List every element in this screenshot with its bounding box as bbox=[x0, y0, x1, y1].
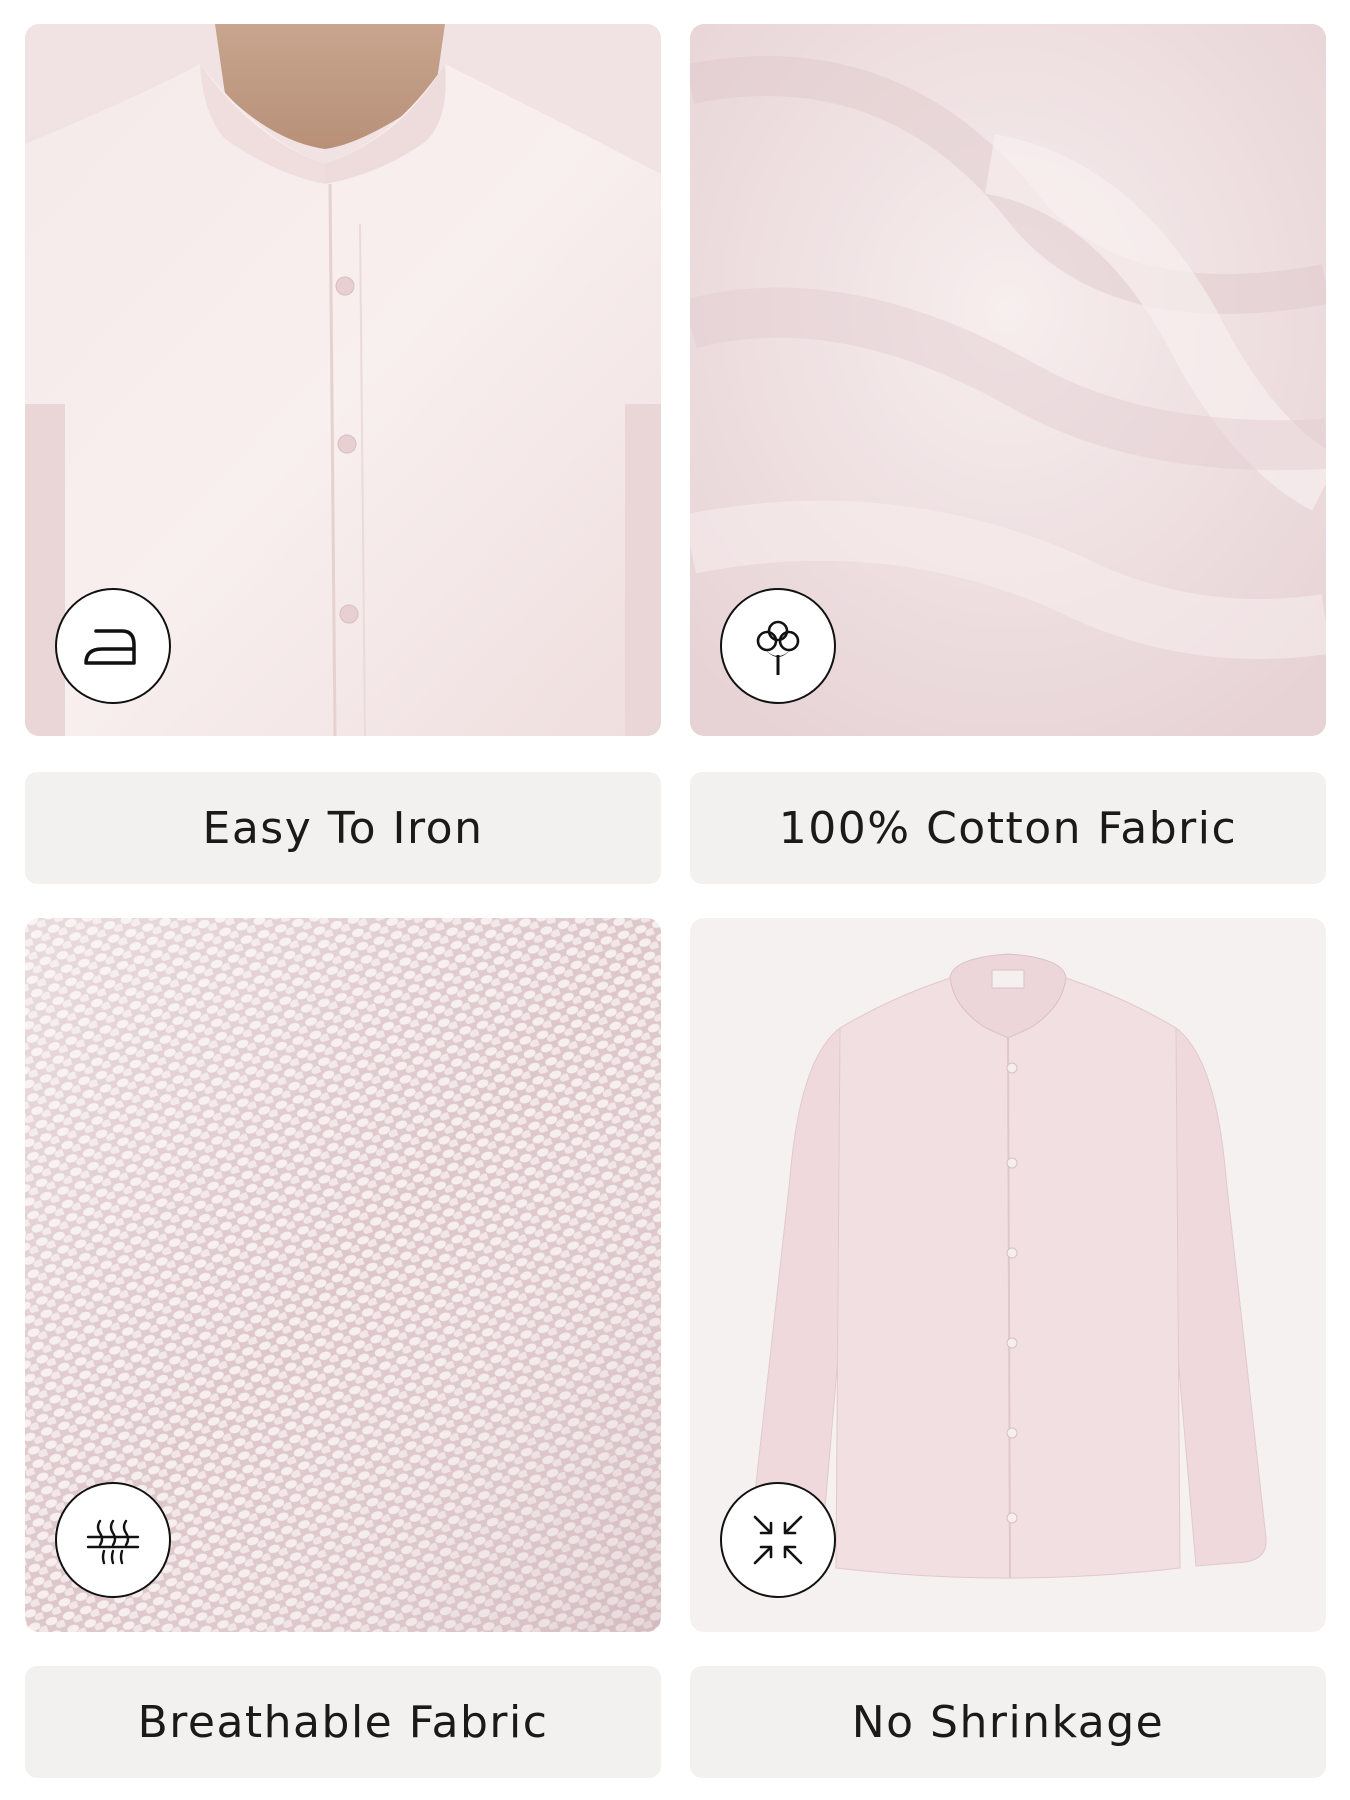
feature-label-breathable-fabric: Breathable Fabric bbox=[25, 1666, 661, 1778]
feature-label-cotton-fabric: 100% Cotton Fabric bbox=[690, 772, 1326, 884]
breathable-fabric-icon bbox=[86, 1519, 140, 1565]
feature-image-easy-to-iron bbox=[25, 24, 661, 736]
iron-icon bbox=[84, 629, 136, 665]
no-shrinkage-icon bbox=[753, 1515, 803, 1565]
feature-label-no-shrinkage: No Shrinkage bbox=[690, 1666, 1326, 1778]
feature-label-easy-to-iron: Easy To Iron bbox=[25, 772, 661, 884]
feature-image-breathable-fabric bbox=[25, 918, 661, 1632]
cotton-icon-badge bbox=[720, 588, 836, 704]
cotton-flower-icon bbox=[756, 620, 800, 675]
no-shrinkage-icon-badge bbox=[720, 1482, 836, 1598]
feature-image-no-shrinkage bbox=[690, 918, 1326, 1632]
breathable-icon-badge bbox=[55, 1482, 171, 1598]
feature-image-cotton-fabric bbox=[690, 24, 1326, 736]
iron-icon-badge bbox=[55, 588, 171, 704]
